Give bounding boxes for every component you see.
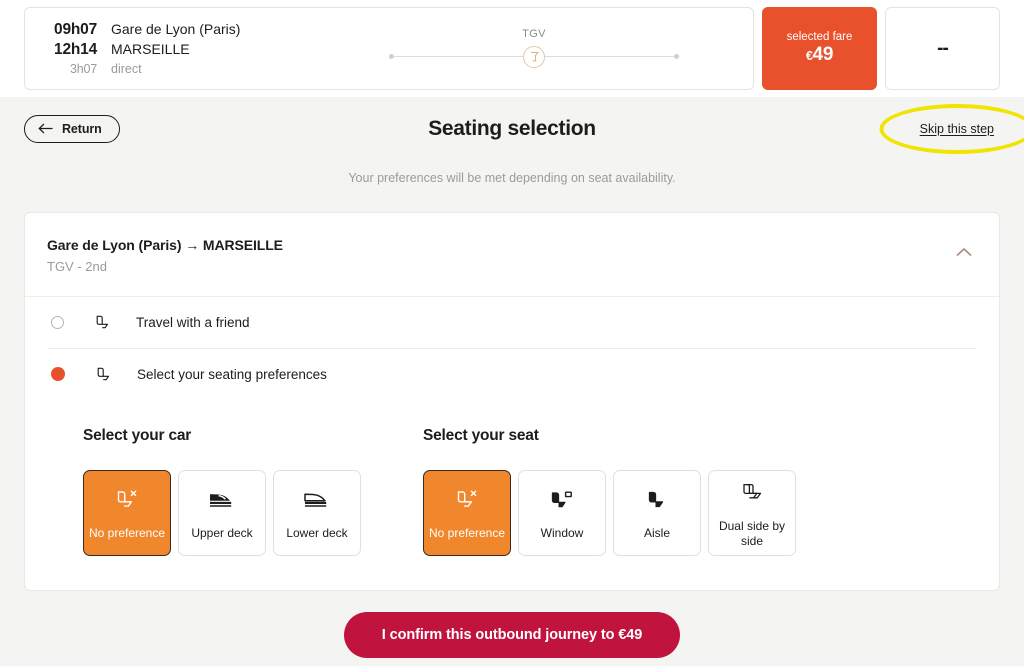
selected-fare-price: €49 — [806, 44, 833, 66]
bar-service-icon — [523, 45, 545, 68]
train-lower-deck-icon — [302, 485, 332, 515]
journey-times: 09h07 Gare de Lyon (Paris) 12h14 MARSEIL… — [43, 20, 333, 77]
route-graphic: TGV — [333, 28, 735, 70]
arrival-station: MARSEILLE — [111, 41, 190, 58]
skip-this-step-link[interactable]: Skip this step — [920, 122, 994, 136]
seat-preference-group: Select your seat No preference Window Ai… — [423, 427, 796, 556]
return-button-label: Return — [62, 122, 102, 136]
seat-icon — [91, 313, 113, 332]
return-fare-card[interactable]: -- — [885, 7, 1000, 90]
option-seating-preferences[interactable]: Select your seating preferences — [47, 348, 977, 399]
seat-tile-label-dual-side-by-side: Dual side by side — [718, 518, 786, 548]
car-group-title: Select your car — [83, 427, 192, 444]
seat-tiles: No preference Window Aisle Dual side by … — [423, 470, 796, 556]
car-tiles: No preference Upper deck Lower deck — [83, 470, 361, 556]
route-line-right — [545, 56, 674, 57]
return-fare-placeholder: -- — [937, 37, 949, 59]
arrival-row: 12h14 MARSEILLE — [43, 40, 333, 60]
journey-stops: direct — [111, 61, 142, 76]
leg-header-text: Gare de Lyon (Paris) → MARSEILLE TGV - 2… — [47, 237, 951, 274]
seat-window-icon — [548, 485, 576, 515]
car-tile-label-upper-deck: Upper deck — [191, 526, 253, 540]
confirm-outbound-journey-button[interactable]: I confirm this outbound journey to €49 — [343, 612, 681, 658]
fare-currency: € — [805, 49, 813, 63]
journey-card[interactable]: 09h07 Gare de Lyon (Paris) 12h14 MARSEIL… — [24, 7, 754, 90]
fare-amount: 49 — [812, 44, 834, 65]
collapse-toggle-button[interactable] — [951, 239, 977, 265]
train-upper-deck-icon — [207, 485, 237, 515]
car-tile-lower-deck[interactable]: Lower deck — [273, 470, 361, 556]
skip-this-step-area: Skip this step — [879, 104, 1024, 154]
departure-row: 09h07 Gare de Lyon (Paris) — [43, 20, 333, 40]
leg-subtitle: TGV - 2nd — [47, 259, 107, 274]
leg-title: Gare de Lyon (Paris) → MARSEILLE — [47, 237, 283, 253]
seat-tile-dual-side-by-side[interactable]: Dual side by side — [708, 470, 796, 556]
seating-selection-card: Gare de Lyon (Paris) → MARSEILLE TGV - 2… — [24, 212, 1000, 591]
car-tile-upper-deck[interactable]: Upper deck — [178, 470, 266, 556]
option-travel-with-friend[interactable]: Travel with a friend — [47, 297, 977, 348]
seat-icon — [92, 365, 114, 384]
seat-tile-label-no-preference: No preference — [428, 526, 506, 540]
leg-header[interactable]: Gare de Lyon (Paris) → MARSEILLE TGV - 2… — [25, 213, 999, 297]
seat-no-preference-icon — [454, 485, 480, 515]
duration-row: 3h07 direct — [43, 61, 333, 77]
return-button[interactable]: Return — [24, 115, 120, 143]
departure-time: 09h07 — [54, 21, 97, 39]
car-tile-label-lower-deck: Lower deck — [286, 526, 348, 540]
page-title: Seating selection — [428, 117, 596, 140]
seating-options-list: Travel with a friend Select your seating… — [25, 297, 999, 399]
radio-travel-with-friend[interactable] — [51, 316, 64, 329]
page-body: Return Seating selection Skip this step … — [0, 97, 1024, 658]
car-preference-group: Select your car No preference Upper deck… — [83, 427, 361, 556]
car-tile-label-no-preference: No preference — [88, 526, 166, 540]
train-type-label: TGV — [522, 27, 546, 40]
journey-summary-strip: 09h07 Gare de Lyon (Paris) 12h14 MARSEIL… — [0, 0, 1024, 97]
seat-tile-window[interactable]: Window — [518, 470, 606, 556]
seat-no-preference-icon — [114, 485, 140, 515]
journey-duration: 3h07 — [69, 61, 97, 76]
radio-seating-preferences[interactable] — [51, 367, 65, 381]
arrival-time: 12h14 — [54, 41, 97, 59]
route-line-left — [394, 56, 523, 57]
preferences-area: Select your car No preference Upper deck… — [25, 399, 999, 590]
seat-tile-label-window: Window — [540, 526, 584, 540]
option-label-seating-preferences: Select your seating preferences — [137, 366, 327, 382]
seat-dual-side-icon — [738, 478, 766, 508]
seat-aisle-icon — [644, 485, 670, 515]
page-header-row: Return Seating selection Skip this step — [24, 97, 1024, 161]
route-line-wrap — [389, 45, 679, 68]
car-tile-no-preference[interactable]: No preference — [83, 470, 171, 556]
page-subtitle: Your preferences will be met depending o… — [348, 171, 676, 185]
arrow-left-icon — [38, 122, 53, 137]
seat-tile-aisle[interactable]: Aisle — [613, 470, 701, 556]
route-end-dot — [674, 54, 679, 59]
seat-group-title: Select your seat — [423, 427, 539, 444]
selected-fare-card[interactable]: selected fare €49 — [762, 7, 877, 90]
seat-tile-no-preference[interactable]: No preference — [423, 470, 511, 556]
departure-station: Gare de Lyon (Paris) — [111, 21, 241, 38]
selected-fare-label: selected fare — [786, 31, 853, 43]
option-label-travel-with-friend: Travel with a friend — [136, 315, 250, 330]
confirm-area: I confirm this outbound journey to €49 — [24, 612, 1000, 658]
chevron-up-icon — [956, 245, 972, 260]
seat-tile-label-aisle: Aisle — [643, 526, 670, 540]
